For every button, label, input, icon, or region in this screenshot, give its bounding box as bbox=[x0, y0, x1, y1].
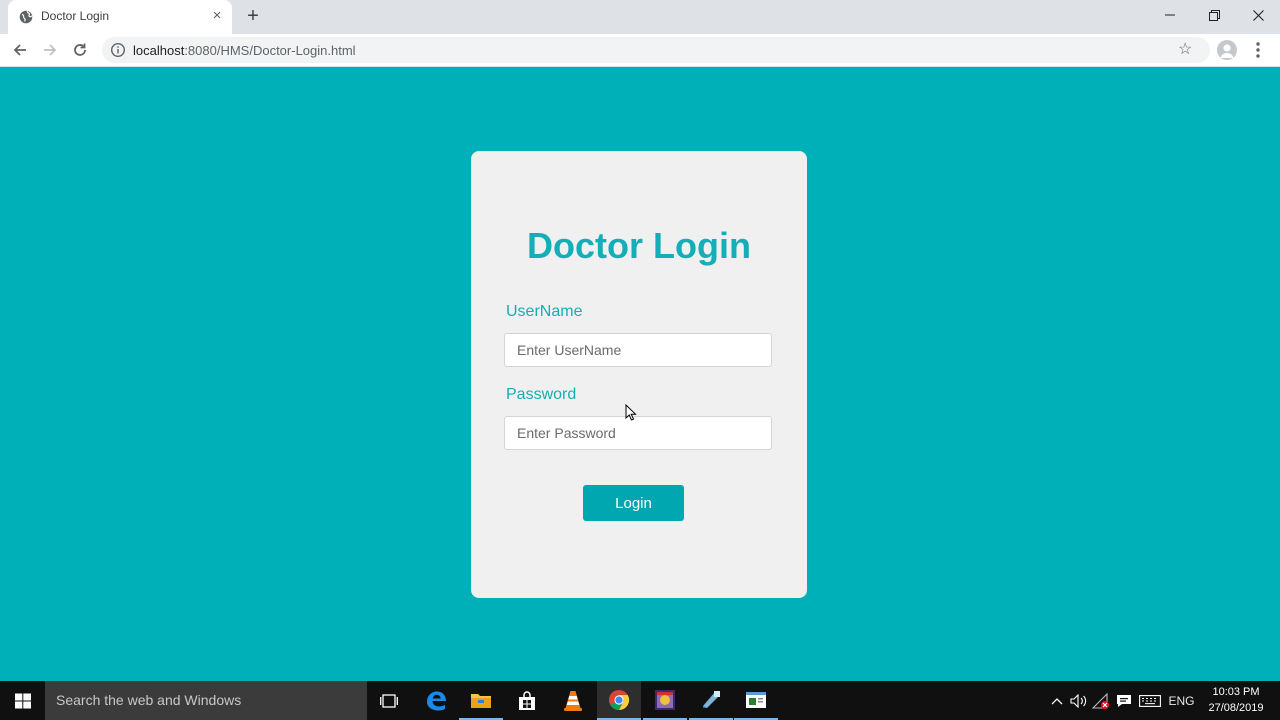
taskbar-store[interactable] bbox=[505, 681, 549, 720]
page-background: Doctor Login UserName Password Login bbox=[0, 67, 1280, 681]
taskbar-file-explorer[interactable] bbox=[459, 681, 503, 720]
taskbar-edge[interactable] bbox=[414, 681, 458, 720]
windows-logo-icon bbox=[14, 693, 31, 708]
taskbar-chrome[interactable] bbox=[597, 681, 641, 720]
page-title: Doctor Login bbox=[527, 225, 751, 266]
login-card: Doctor Login UserName Password Login bbox=[471, 151, 807, 598]
restore-icon bbox=[1208, 9, 1220, 21]
clock-date: 27/08/2019 bbox=[1208, 702, 1264, 714]
minimize-button[interactable] bbox=[1148, 0, 1192, 30]
touch-keyboard-button[interactable] bbox=[1137, 681, 1163, 720]
network-button[interactable] bbox=[1091, 681, 1111, 720]
url-host: localhost bbox=[133, 43, 185, 58]
taskbar-vlc[interactable] bbox=[551, 681, 595, 720]
new-tab-button[interactable]: + bbox=[243, 6, 263, 26]
network-warning-icon bbox=[1092, 692, 1109, 709]
app-window-icon bbox=[655, 689, 675, 710]
reload-icon bbox=[74, 43, 86, 56]
notification-icon bbox=[1117, 694, 1131, 707]
clock-time: 10:03 PM bbox=[1212, 686, 1260, 698]
taskbar-search-placeholder: Search the web and Windows bbox=[56, 692, 242, 708]
close-window-button[interactable] bbox=[1236, 0, 1280, 30]
task-view-button[interactable] bbox=[367, 681, 411, 720]
reload-button[interactable] bbox=[68, 38, 92, 62]
mouse-cursor-icon bbox=[625, 404, 637, 421]
store-bag-icon bbox=[519, 690, 535, 710]
login-button[interactable]: Login bbox=[583, 485, 684, 521]
browser-tab[interactable]: Doctor Login × bbox=[8, 0, 232, 34]
speaker-icon bbox=[1070, 693, 1087, 708]
taskbar-search[interactable]: Search the web and Windows bbox=[45, 681, 367, 720]
start-button[interactable] bbox=[0, 681, 45, 720]
input-language-button[interactable]: ENG bbox=[1165, 681, 1198, 720]
back-button[interactable] bbox=[8, 38, 32, 62]
taskbar-app-2[interactable] bbox=[689, 681, 733, 720]
forward-button[interactable] bbox=[38, 38, 62, 62]
arrow-left-icon bbox=[13, 44, 26, 56]
show-hidden-icons-button[interactable] bbox=[1047, 681, 1067, 720]
bookmark-star-icon[interactable]: ☆ bbox=[1178, 40, 1192, 60]
globe-icon bbox=[19, 10, 33, 24]
person-icon bbox=[1220, 44, 1234, 58]
action-center-button[interactable] bbox=[1114, 681, 1134, 720]
restore-button[interactable] bbox=[1192, 0, 1236, 30]
task-view-icon bbox=[380, 693, 398, 708]
username-label: UserName bbox=[506, 303, 583, 320]
url-path: :8080/HMS/Doctor-Login.html bbox=[184, 43, 356, 58]
close-icon bbox=[1252, 9, 1264, 21]
info-icon[interactable] bbox=[110, 42, 126, 58]
tab-strip: Doctor Login × + bbox=[0, 0, 1280, 34]
tab-title: Doctor Login bbox=[41, 9, 110, 23]
taskbar-app-3[interactable] bbox=[734, 681, 778, 720]
password-label: Password bbox=[506, 386, 577, 403]
taskbar-clock[interactable]: 10:03 PM 27/08/2019 bbox=[1200, 684, 1272, 716]
address-bar[interactable]: localhost:8080/HMS/Doctor-Login.html bbox=[102, 37, 1210, 63]
minimize-icon bbox=[1165, 14, 1175, 16]
vlc-cone-icon bbox=[564, 690, 582, 711]
url-text[interactable]: localhost:8080/HMS/Doctor-Login.html bbox=[133, 43, 356, 58]
password-input[interactable] bbox=[504, 416, 772, 450]
chrome-icon bbox=[609, 689, 630, 710]
arrow-right-icon bbox=[44, 44, 57, 56]
more-vert-icon[interactable] bbox=[1250, 40, 1266, 60]
edge-icon bbox=[427, 691, 446, 710]
browser-toolbar: localhost:8080/HMS/Doctor-Login.html ☆ bbox=[0, 34, 1280, 67]
taskbar-app-1[interactable] bbox=[643, 681, 687, 720]
app-tool-icon bbox=[703, 690, 720, 708]
chevron-up-icon bbox=[1051, 697, 1063, 704]
username-input[interactable] bbox=[504, 333, 772, 367]
folder-icon bbox=[471, 693, 491, 708]
keyboard-icon bbox=[1139, 694, 1161, 707]
taskbar: Search the web and Windows ENG 10:03 PM … bbox=[0, 681, 1280, 720]
app-document-icon bbox=[746, 691, 766, 708]
profile-avatar-icon[interactable] bbox=[1217, 40, 1237, 60]
volume-button[interactable] bbox=[1069, 681, 1089, 720]
tab-close-icon[interactable]: × bbox=[208, 7, 226, 25]
